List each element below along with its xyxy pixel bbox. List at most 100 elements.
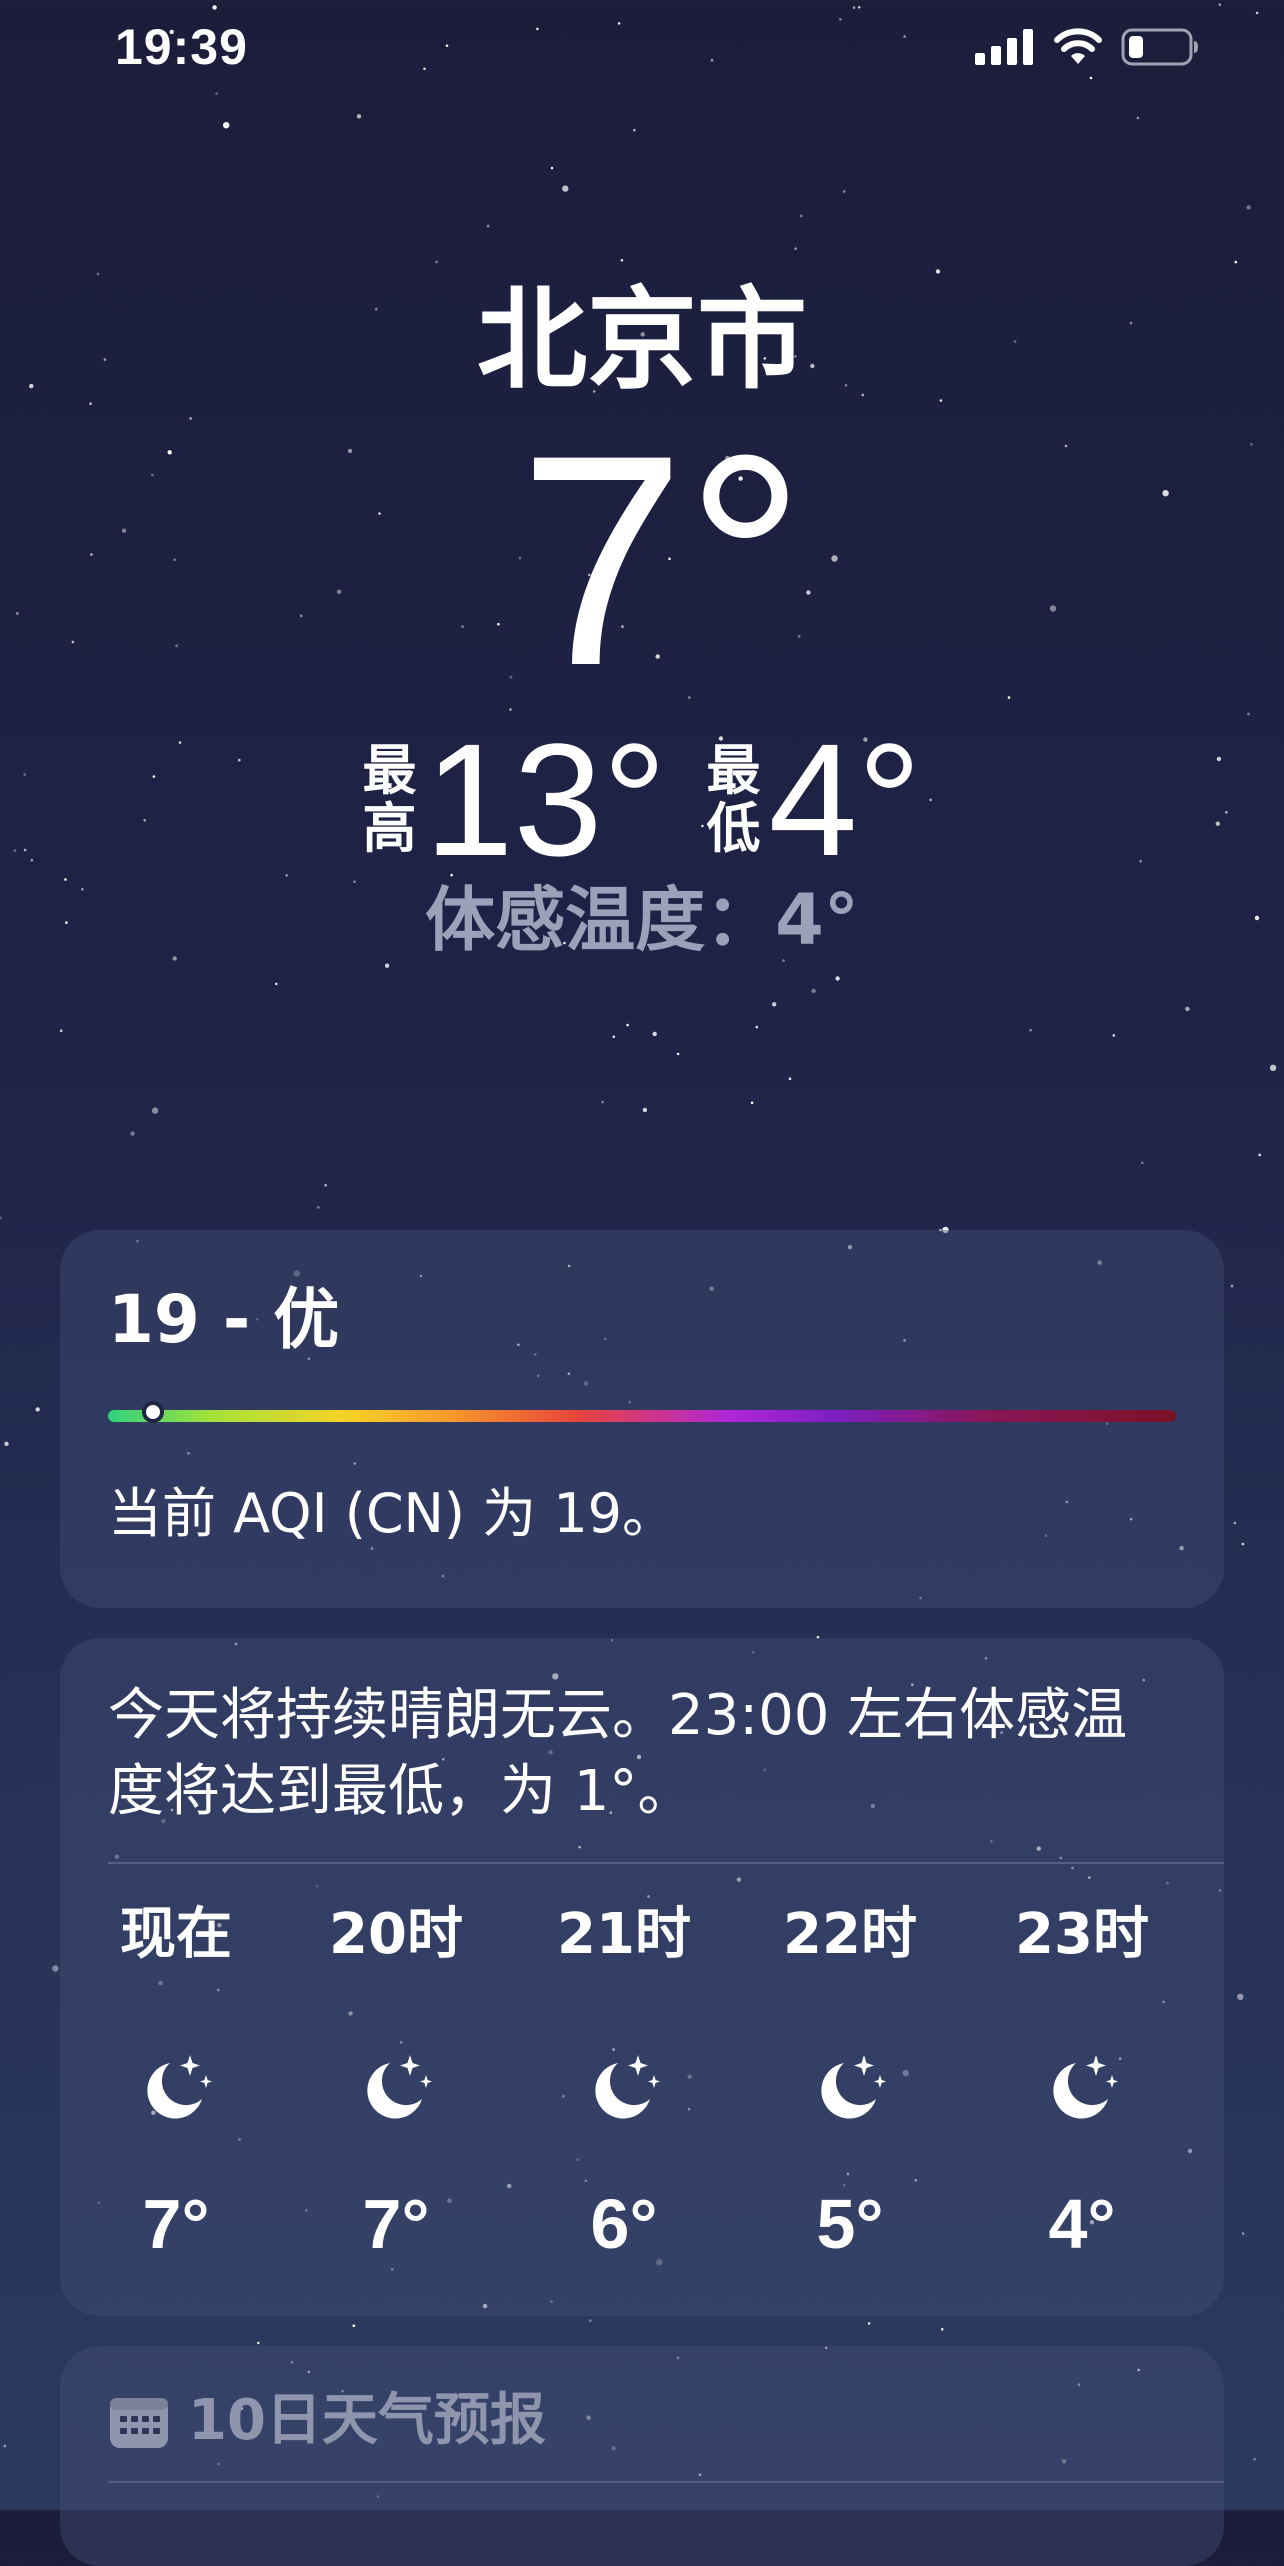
star <box>1241 1542 1245 1546</box>
high-label: 最 高 <box>363 742 417 858</box>
star <box>151 1107 159 1114</box>
star <box>4 1441 9 1447</box>
star <box>324 1184 327 1187</box>
star <box>317 1206 320 1209</box>
star <box>633 128 636 132</box>
star <box>52 1965 59 1972</box>
high-low-temperature: 最 高 13° 最 低 4° <box>0 720 1284 880</box>
aqi-title: 19 - 优 <box>108 1281 340 1358</box>
star <box>794 247 797 250</box>
star <box>1136 116 1140 120</box>
star <box>223 122 230 129</box>
hour-label: 23时 <box>1015 1902 1149 1967</box>
calendar-icon <box>110 2398 168 2448</box>
hour-label: 20时 <box>329 1902 463 1967</box>
air-quality-card[interactable]: 19 - 优 当前 AQI (CN) 为 19。 <box>60 1230 1224 1608</box>
star <box>799 214 803 218</box>
moon-stars-icon <box>1042 2049 1122 2129</box>
star <box>772 1002 777 1007</box>
hour-temperature: 7° <box>362 2185 430 2263</box>
star <box>642 1107 648 1113</box>
star <box>788 1077 792 1080</box>
star <box>1234 260 1238 264</box>
low-temperature-group: 最 低 4° <box>706 720 921 880</box>
ten-day-forecast-card[interactable]: 10日天气预报 <box>60 2346 1224 2566</box>
low-temperature-value: 4° <box>768 710 922 889</box>
high-label-char-1: 最 <box>362 739 417 802</box>
star <box>35 1407 40 1412</box>
hourly-list[interactable]: 现在 7° 20时 7° 21时 6° 22时 5° 23时 4° <box>108 1864 1224 2284</box>
star <box>0 1216 2 1220</box>
high-temperature-group: 最 高 13° <box>363 720 667 880</box>
star <box>1258 1153 1261 1157</box>
star <box>652 1031 657 1037</box>
battery-icon <box>1121 28 1198 66</box>
star <box>96 272 100 276</box>
star <box>612 1035 616 1038</box>
low-label-char-1: 最 <box>706 739 761 802</box>
high-label-char-2: 高 <box>362 797 417 860</box>
star <box>589 2319 592 2322</box>
current-temperature: 7° <box>518 392 806 728</box>
star <box>59 1029 63 1032</box>
star <box>1237 1993 1244 2001</box>
forecast-title: 10日天气预报 <box>188 2388 546 2453</box>
star <box>676 1052 680 1056</box>
cellular-signal-icon <box>975 29 1033 65</box>
star <box>1141 1161 1144 1165</box>
star <box>1247 712 1250 716</box>
star <box>550 166 554 170</box>
wifi-icon <box>1054 28 1102 64</box>
hour-temperature: 7° <box>142 2185 210 2263</box>
star <box>130 1131 135 1136</box>
star <box>1253 2457 1256 2461</box>
hour-temperature: 6° <box>590 2185 658 2263</box>
star <box>384 963 390 968</box>
star <box>1233 1521 1237 1525</box>
star <box>940 2328 944 2331</box>
moon-stars-icon <box>136 2049 216 2129</box>
forecast-divider <box>108 2481 1224 2483</box>
star <box>435 260 438 264</box>
star <box>1241 2232 1245 2235</box>
star <box>620 259 624 262</box>
hour-label: 22时 <box>783 1902 917 1967</box>
hourly-forecast-card[interactable]: 今天将持续晴朗无云。23:00 左右体感温度将达到最低，为 1°。 现在 7° … <box>60 1638 1224 2316</box>
star <box>835 976 840 981</box>
star <box>562 185 569 192</box>
star <box>842 190 846 193</box>
star <box>755 1025 759 1029</box>
star <box>1246 205 1251 210</box>
aqi-description: 当前 AQI (CN) 为 19。 <box>108 1482 677 1545</box>
star <box>811 988 816 994</box>
star <box>750 1101 754 1105</box>
star <box>275 982 278 986</box>
hour-label: 现在 <box>120 1902 232 1967</box>
hour-temperature: 4° <box>1048 2185 1116 2263</box>
forecast-header: 10日天气预报 <box>108 2388 1176 2454</box>
aqi-scale-bar <box>108 1401 1176 1423</box>
high-temperature-value: 13° <box>424 710 667 889</box>
star <box>89 402 92 406</box>
star <box>626 1023 629 1027</box>
star <box>352 2324 356 2327</box>
hourly-summary: 今天将持续晴朗无云。23:00 左右体感温度将达到最低，为 1°。 <box>108 1683 1128 1824</box>
star <box>257 2341 260 2345</box>
moon-stars-icon <box>584 2049 664 2129</box>
star <box>935 269 941 274</box>
star <box>867 2322 871 2325</box>
star <box>1029 1028 1032 1032</box>
status-bar: 19:39 <box>0 0 1284 100</box>
low-label: 最 低 <box>706 742 760 858</box>
moon-stars-icon <box>810 2049 890 2129</box>
star <box>356 114 362 119</box>
star <box>1230 1284 1234 1288</box>
hour-temperature: 5° <box>816 2185 884 2263</box>
aqi-level-indicator <box>141 1401 164 1423</box>
star <box>1269 1064 1277 1072</box>
status-time: 19:39 <box>115 19 248 75</box>
star <box>601 1100 604 1104</box>
star <box>3 2444 7 2448</box>
hour-label: 21时 <box>557 1902 691 1967</box>
feels-like-temperature: 体感温度：4° <box>425 879 859 961</box>
